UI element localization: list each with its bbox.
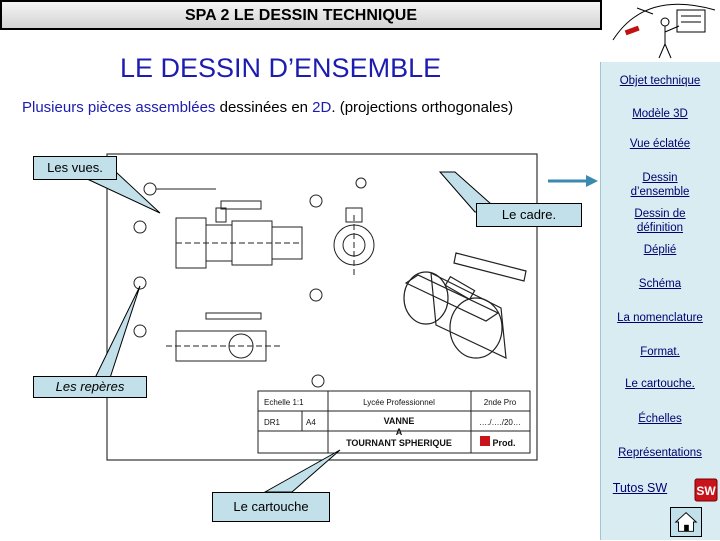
cartouche-title-line-1: VANNE	[384, 416, 415, 426]
cartouche-title-line-2: A	[396, 427, 403, 437]
callout-vues: Les vues.	[33, 156, 117, 180]
home-button[interactable]	[670, 507, 702, 537]
cartouche-dr: DR1	[264, 418, 281, 427]
sidebar-item-deplie[interactable]: Déplié	[600, 243, 720, 257]
repere-circle	[311, 374, 325, 388]
svg-text:SW: SW	[696, 484, 716, 498]
header-title-bar: SPA 2 LE DESSIN TECHNIQUE	[0, 0, 602, 30]
assembly-drawing: Echelle 1:1 Lycée Professionnel 2nde Pro…	[106, 153, 538, 461]
page-title: LE DESSIN D’ENSEMBLE	[120, 53, 442, 83]
callout-cartouche: Le cartouche	[212, 492, 330, 522]
sidebar-item-echelles[interactable]: Échelles	[600, 412, 720, 426]
sidebar-item-representations[interactable]: Représentations	[600, 446, 720, 460]
cartouche-echelle: Echelle 1:1	[264, 398, 304, 407]
solidworks-icon[interactable]: SW	[694, 478, 718, 502]
page-subtitle: Plusieurs pièces assemblées dessinées en…	[22, 99, 513, 116]
sidebar-item-schema[interactable]: Schéma	[600, 277, 720, 291]
sidebar-item-dessin-ensemble[interactable]: Dessin d’ensemble	[620, 171, 700, 199]
sidebar-item-modele-3d[interactable]: Modèle 3D	[600, 107, 720, 121]
callout-reperes: Les repères	[33, 376, 147, 398]
subtitle-part-1: Plusieurs pièces assemblées	[22, 99, 216, 116]
drafting-illustration-icon	[612, 3, 716, 59]
cartouche-title-line-3: TOURNANT SPHERIQUE	[346, 438, 452, 448]
current-item-arrow-icon	[548, 175, 598, 187]
cartouche-date: …./…./20…	[479, 418, 521, 427]
callout-cadre: Le cadre.	[476, 203, 582, 227]
sidebar-item-tutos-sw[interactable]: Tutos SW	[598, 481, 682, 495]
sidebar-item-vue-eclatee[interactable]: Vue éclatée	[600, 137, 720, 151]
cartouche-lycee: Lycée Professionnel	[363, 398, 435, 407]
repere-circle	[309, 288, 323, 302]
home-icon	[674, 512, 698, 532]
sidebar-nav	[600, 62, 720, 540]
repere-circle	[133, 324, 147, 338]
cartouche-prod: Prod.	[492, 438, 515, 448]
prod-logo-icon	[480, 436, 490, 446]
repere-circle	[133, 220, 147, 234]
sidebar-item-format[interactable]: Format.	[600, 345, 720, 359]
repere-circle	[309, 194, 323, 208]
sidebar-item-nomenclature[interactable]: La nomenclature	[600, 311, 720, 325]
cartouche-format: A4	[306, 418, 316, 427]
subtitle-part-2: dessinées en	[215, 99, 313, 116]
sidebar-item-dessin-definition[interactable]: Dessin de définition	[620, 207, 700, 235]
header-title: SPA 2 LE DESSIN TECHNIQUE	[184, 7, 418, 24]
subtitle-part-4: . (projections orthogonales)	[331, 99, 514, 116]
repere-circle	[143, 182, 157, 196]
sidebar-item-objet-technique[interactable]: Objet technique	[600, 74, 720, 88]
sidebar-item-cartouche[interactable]: Le cartouche.	[600, 377, 720, 391]
repere-circle	[133, 276, 147, 290]
subtitle-part-3: 2D	[312, 99, 332, 116]
repere-circle	[355, 177, 367, 189]
cartouche-classe: 2nde Pro	[484, 398, 517, 407]
